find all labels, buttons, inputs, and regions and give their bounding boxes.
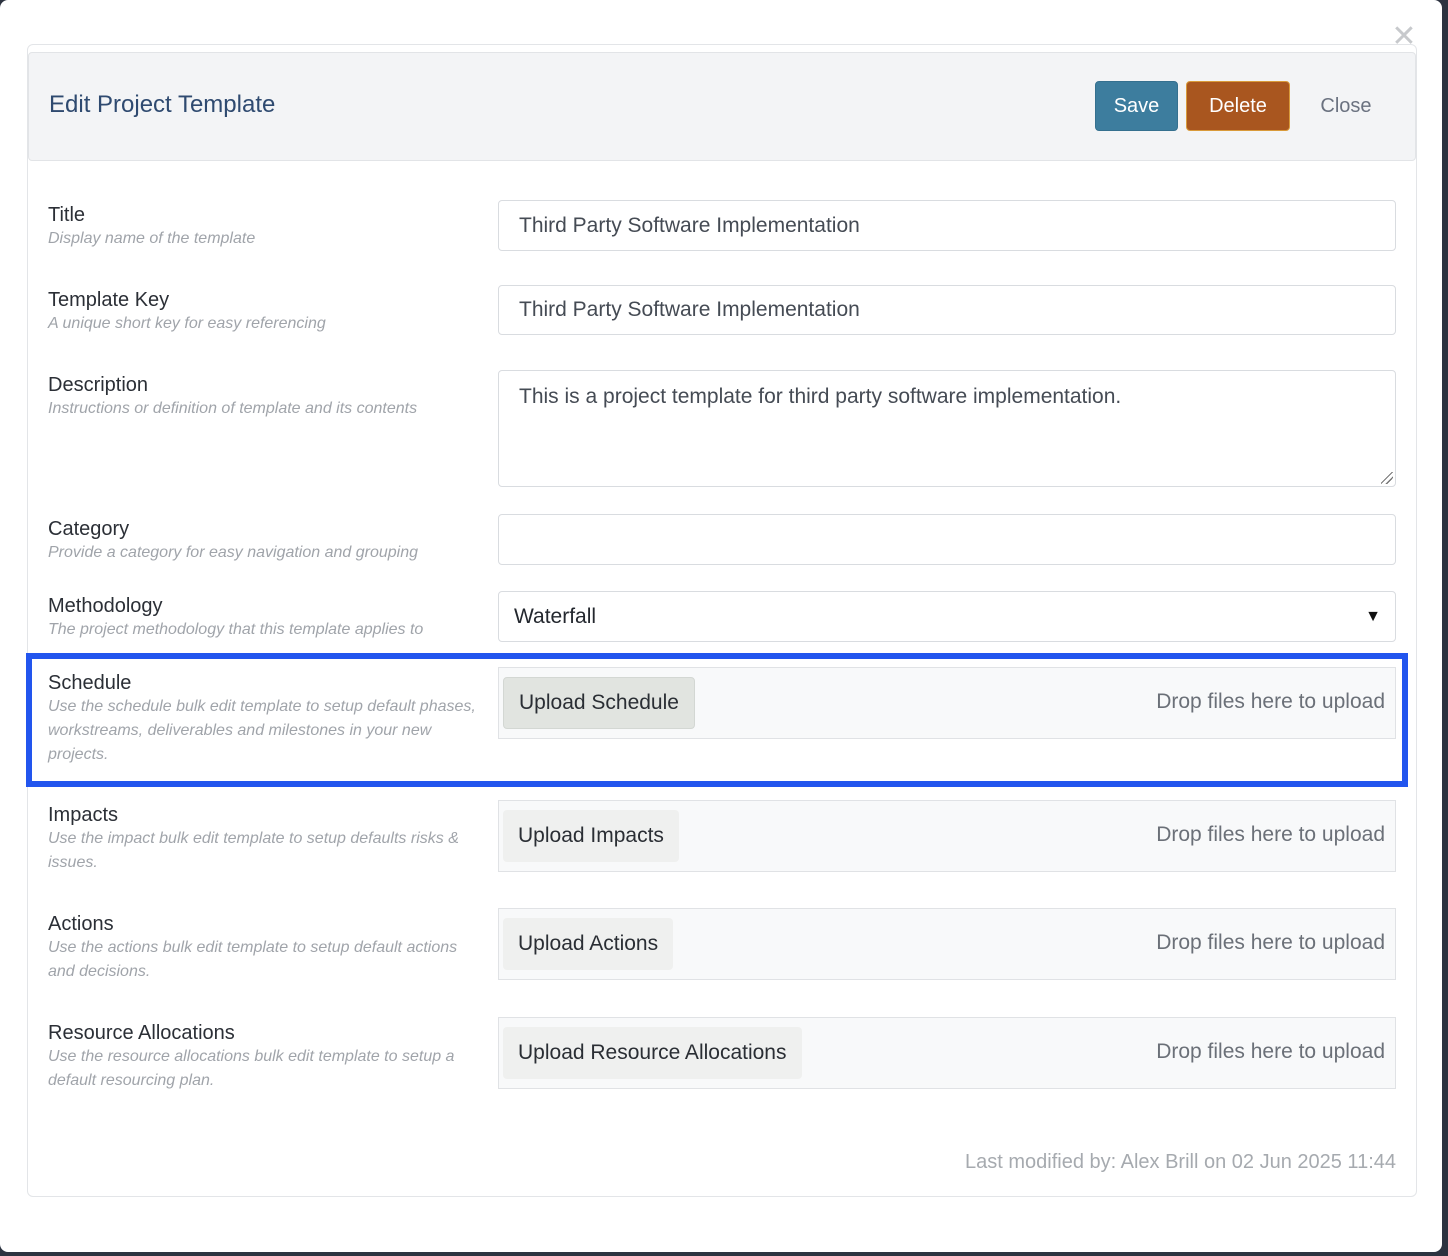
title-label: Title [48, 204, 86, 226]
category-label-group: Category Provide a category for easy nav… [48, 517, 488, 565]
save-button[interactable]: Save [1095, 81, 1178, 131]
resize-handle-icon[interactable] [1381, 472, 1393, 484]
schedule-hint: Use the schedule bulk edit template to s… [48, 698, 476, 763]
delete-button[interactable]: Delete [1186, 81, 1290, 131]
schedule-dropzone[interactable]: Upload Schedule Drop files here to uploa… [498, 667, 1396, 739]
impacts-drop-text: Drop files here to upload [1156, 823, 1385, 846]
page-title: Edit Project Template [49, 91, 276, 118]
impacts-label: Impacts [48, 804, 119, 826]
methodology-select-value: Waterfall [514, 604, 597, 628]
description-textarea-value: This is a project template for third par… [519, 385, 1122, 408]
upload-resource-allocations-button[interactable]: Upload Resource Allocations [503, 1027, 802, 1079]
description-label: Description [48, 374, 149, 396]
schedule-drop-text: Drop files here to upload [1156, 690, 1385, 713]
resource-allocations-drop-text: Drop files here to upload [1156, 1040, 1385, 1063]
actions-dropzone[interactable]: Upload Actions Drop files here to upload [498, 908, 1396, 980]
title-label-group: Title Display name of the template [48, 203, 488, 251]
modal-window: ✕ Edit Project Template Save Delete Clos… [0, 0, 1442, 1252]
template-key-input-value: Third Party Software Implementation [519, 298, 860, 321]
resource-allocations-dropzone[interactable]: Upload Resource Allocations Drop files h… [498, 1017, 1396, 1089]
impacts-label-group: Impacts Use the impact bulk edit templat… [48, 803, 488, 875]
template-key-label-group: Template Key A unique short key for easy… [48, 288, 488, 336]
upload-actions-button[interactable]: Upload Actions [503, 918, 674, 970]
actions-label-group: Actions Use the actions bulk edit templa… [48, 912, 488, 984]
dialog-header: Edit Project Template Save Delete Close [28, 52, 1416, 161]
schedule-label-group: Schedule Use the schedule bulk edit temp… [48, 671, 488, 767]
description-textarea[interactable]: This is a project template for third par… [498, 370, 1396, 487]
description-label-group: Description Instructions or definition o… [48, 373, 488, 421]
template-panel: Edit Project Template Save Delete Close … [27, 44, 1417, 1197]
resource-allocations-label: Resource Allocations [48, 1022, 235, 1044]
impacts-dropzone[interactable]: Upload Impacts Drop files here to upload [498, 800, 1396, 872]
methodology-label-group: Methodology The project methodology that… [48, 594, 488, 642]
methodology-select[interactable]: Waterfall ▼ [498, 591, 1396, 642]
description-hint: Instructions or definition of template a… [48, 400, 418, 417]
title-input-value: Third Party Software Implementation [519, 213, 860, 237]
methodology-label: Methodology [48, 595, 163, 617]
last-modified-text: Last modified by: Alex Brill on 02 Jun 2… [964, 1151, 1396, 1173]
impacts-hint: Use the impact bulk edit template to set… [48, 830, 459, 871]
caret-down-icon: ▼ [1365, 607, 1381, 625]
template-key-label: Template Key [48, 289, 170, 311]
resource-allocations-hint: Use the resource allocations bulk edit t… [48, 1048, 455, 1089]
actions-drop-text: Drop files here to upload [1156, 931, 1385, 954]
actions-hint: Use the actions bulk edit template to se… [48, 939, 458, 980]
upload-impacts-button[interactable]: Upload Impacts [503, 810, 679, 862]
actions-label: Actions [48, 913, 114, 935]
resource-allocations-label-group: Resource Allocations Use the resource al… [48, 1021, 488, 1093]
methodology-hint: The project methodology that this templa… [48, 621, 424, 638]
schedule-label: Schedule [48, 672, 132, 694]
category-label: Category [48, 518, 130, 540]
template-key-hint: A unique short key for easy referencing [48, 315, 326, 332]
category-hint: Provide a category for easy navigation a… [48, 544, 419, 561]
title-hint: Display name of the template [48, 230, 256, 247]
close-button[interactable]: Close [1301, 81, 1391, 131]
title-input[interactable]: Third Party Software Implementation [498, 200, 1396, 251]
category-input[interactable] [498, 514, 1396, 565]
template-key-input[interactable]: Third Party Software Implementation [498, 285, 1396, 335]
upload-schedule-button[interactable]: Upload Schedule [503, 677, 695, 729]
